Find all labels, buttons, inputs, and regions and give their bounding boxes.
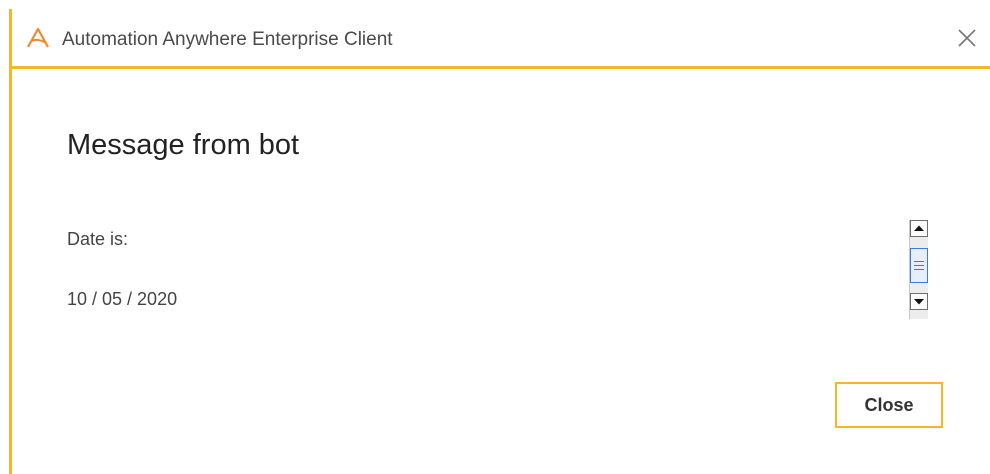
message-line-label: Date is: (67, 229, 129, 249)
scroll-up-button[interactable] (910, 220, 928, 237)
close-button[interactable]: Close (835, 382, 943, 428)
window-title: Automation Anywhere Enterprise Client (62, 29, 393, 50)
title-bar: Automation Anywhere Enterprise Client (12, 9, 990, 69)
scroll-down-button[interactable] (910, 293, 928, 310)
automation-anywhere-logo-icon (26, 27, 50, 49)
message-scrollbar[interactable] (909, 220, 928, 319)
scroll-thumb[interactable] (910, 248, 928, 283)
grip-icon (914, 261, 924, 270)
arrow-up-icon (914, 225, 924, 231)
dialog-heading: Message from bot (67, 129, 300, 161)
dialog-window: Automation Anywhere Enterprise Client Me… (9, 9, 990, 474)
close-icon[interactable] (956, 27, 978, 49)
message-line-date: 10 / 05 / 2020 (67, 289, 178, 309)
arrow-down-icon (914, 299, 924, 305)
